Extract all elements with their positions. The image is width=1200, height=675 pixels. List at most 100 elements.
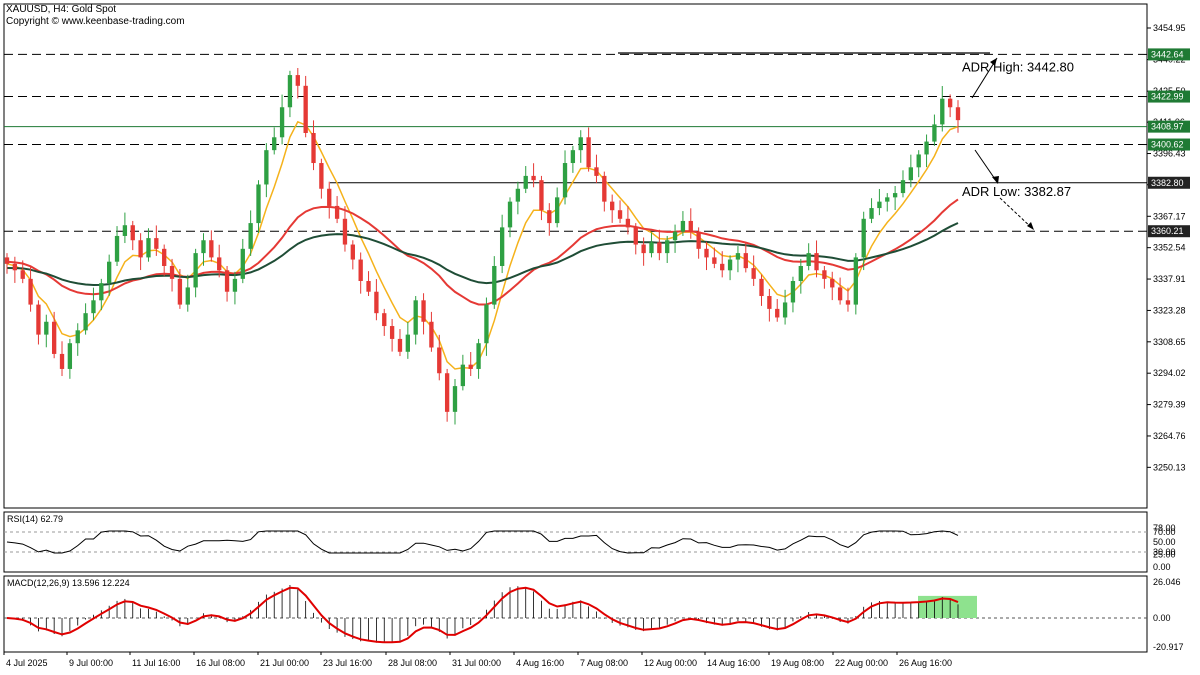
candle-body xyxy=(610,201,615,211)
candle-body xyxy=(806,253,811,266)
x-tick-label: 16 Jul 08:00 xyxy=(196,658,245,668)
macd-signal-line xyxy=(6,586,959,644)
candle-body xyxy=(853,257,858,305)
candle-body xyxy=(36,304,41,335)
adr-low-label: ADR Low: 3382.87 xyxy=(962,184,1071,199)
macd-tick-label: 0.00 xyxy=(1153,613,1171,623)
x-tick-label: 22 Aug 00:00 xyxy=(835,658,888,668)
candle-body xyxy=(947,98,953,108)
candle-body xyxy=(264,150,269,185)
y-tick-label: 3454.95 xyxy=(1153,23,1186,33)
candle-body xyxy=(562,163,568,198)
candle-body xyxy=(75,330,80,344)
adr-high-label: ADR High: 3442.80 xyxy=(962,60,1074,75)
candle-body xyxy=(279,107,285,138)
candle-body xyxy=(319,163,324,189)
x-tick-label: 11 Jul 16:00 xyxy=(132,658,180,668)
y-tick-label: 3264.76 xyxy=(1153,431,1186,441)
candle-body xyxy=(232,278,238,292)
candle-body xyxy=(51,321,57,354)
candle-body xyxy=(743,253,748,269)
candle-body xyxy=(555,197,560,224)
candle-body xyxy=(547,210,552,224)
price-badge-label: 3400.62 xyxy=(1151,140,1184,150)
candle-body xyxy=(107,261,112,284)
candle-body xyxy=(704,248,709,258)
y-tick-label: 3352.54 xyxy=(1153,243,1186,253)
candle-body xyxy=(429,321,434,348)
candle-body xyxy=(861,218,866,258)
candle-body xyxy=(837,287,843,301)
candle-body xyxy=(515,188,521,202)
price-badge-label: 3408.97 xyxy=(1151,122,1184,132)
rsi-tick-label: 25.00 xyxy=(1153,550,1176,560)
rsi-tick-label: 70.00 xyxy=(1153,527,1176,537)
candle-body xyxy=(20,270,25,279)
candle-body xyxy=(240,248,245,279)
candle-body xyxy=(672,231,678,241)
x-tick-label: 23 Jul 16:00 xyxy=(323,658,372,668)
symbol-title: XAUUSD, H4: Gold Spot xyxy=(6,4,117,15)
candle-body xyxy=(130,225,135,241)
candle-body xyxy=(916,154,921,168)
candle-body xyxy=(12,263,18,271)
candle-body xyxy=(830,278,835,288)
price-badge-label: 3382.80 xyxy=(1151,178,1184,188)
candle-body xyxy=(413,300,418,335)
candle-body xyxy=(217,257,222,271)
candle-body xyxy=(193,253,198,288)
candle-body xyxy=(358,259,363,282)
y-tick-label: 3279.39 xyxy=(1153,400,1186,410)
candle-body xyxy=(539,180,544,211)
candle-body xyxy=(374,291,379,314)
candle-body xyxy=(484,304,489,344)
candle-body xyxy=(586,137,591,168)
candle-body xyxy=(59,353,65,369)
price-badge-label: 3360.21 xyxy=(1151,226,1184,236)
candle-body xyxy=(869,208,874,219)
adr-annotations: ADR High: 3442.80 ADR Low: 3382.87 xyxy=(962,57,1074,230)
candle-body xyxy=(625,218,631,228)
candle-body xyxy=(782,302,788,318)
y-tick-label: 3367.17 xyxy=(1153,211,1186,221)
y-tick-label: 3323.28 xyxy=(1153,305,1186,315)
candle-body xyxy=(892,193,898,198)
candle-body xyxy=(523,175,528,189)
panel-frames xyxy=(3,3,1148,653)
rsi-tick-label: 50.00 xyxy=(1153,537,1176,547)
candle-body xyxy=(444,373,450,412)
candle-body xyxy=(177,278,183,305)
candle-body xyxy=(256,184,261,224)
x-tick-label: 14 Aug 16:00 xyxy=(707,658,760,668)
x-tick-label: 26 Aug 16:00 xyxy=(899,658,952,668)
candle-body xyxy=(169,265,175,279)
candle-body xyxy=(940,98,945,125)
candle-body xyxy=(468,364,473,369)
candle-body xyxy=(492,265,497,305)
candle-body xyxy=(908,167,914,181)
rsi-tick-label: 0.00 xyxy=(1153,562,1171,572)
rsi-label: RSI(14) 62.79 xyxy=(7,514,63,524)
candle-body xyxy=(798,265,803,282)
candle-body xyxy=(814,253,819,271)
x-tick-label: 21 Jul 00:00 xyxy=(260,658,309,668)
candle-body xyxy=(617,210,623,219)
candle-body xyxy=(397,338,403,352)
x-tick-label: 7 Aug 08:00 xyxy=(580,658,628,668)
candle-body xyxy=(720,263,725,271)
y-tick-label: 3294.02 xyxy=(1153,368,1186,378)
arrowhead-icon xyxy=(1027,222,1034,230)
candle-body xyxy=(91,300,96,314)
candle-body xyxy=(67,343,73,369)
candle-body xyxy=(421,300,426,322)
candle-body xyxy=(924,141,929,155)
candle-body xyxy=(790,281,796,303)
price-badges: 3442.64 3422.99 3408.97 3400.62 3382.80 3360.… xyxy=(1148,48,1190,238)
rsi-line xyxy=(6,530,959,554)
candle-body xyxy=(499,227,505,266)
candle-body xyxy=(727,259,733,271)
y-tick-label: 3250.13 xyxy=(1153,462,1186,472)
main-panel-border xyxy=(3,3,1148,509)
candle-body xyxy=(295,75,300,86)
copyright-text: Copyright © www.keenbase-trading.com xyxy=(6,16,185,27)
